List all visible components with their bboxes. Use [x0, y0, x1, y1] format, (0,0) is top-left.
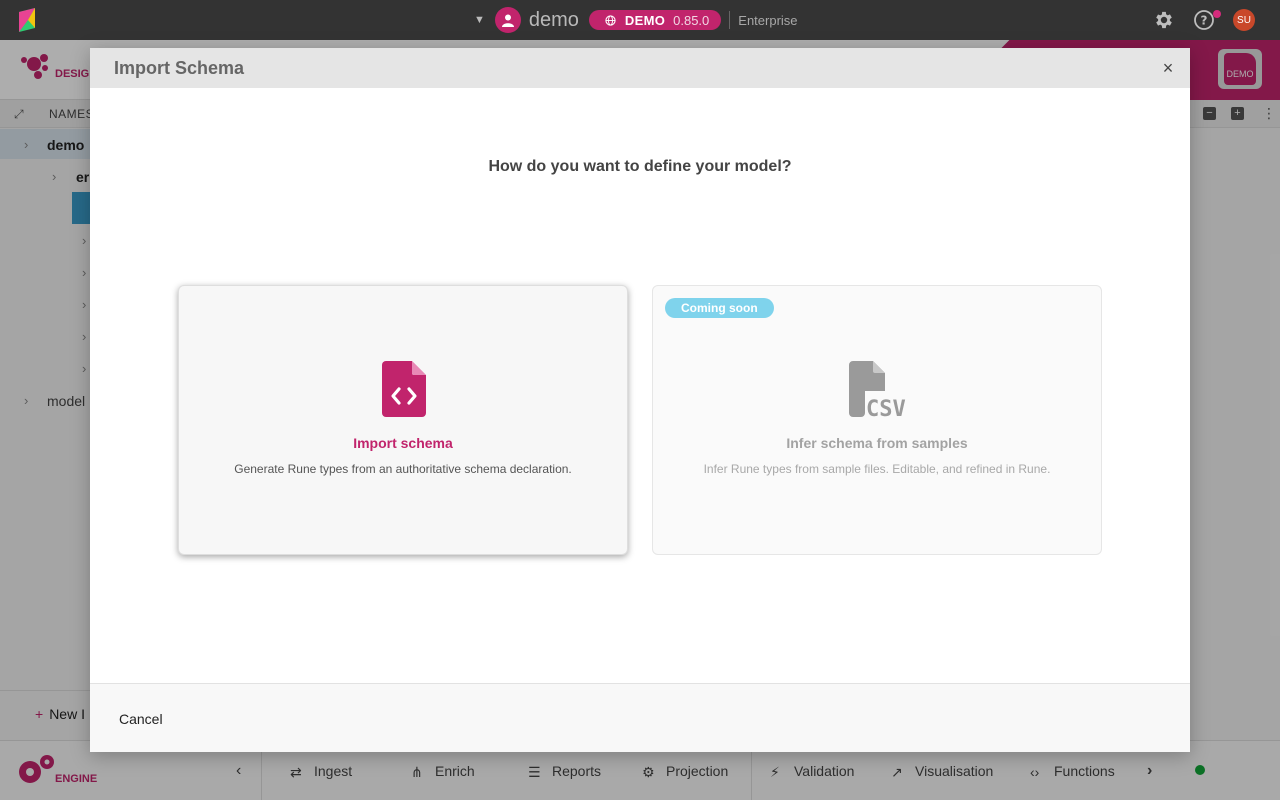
- cancel-button[interactable]: Cancel: [119, 711, 163, 727]
- infer-schema-option: Coming soon CSV Infer schema from sample…: [652, 285, 1102, 555]
- svg-text:?: ?: [1201, 14, 1208, 28]
- import-schema-dialog: Import Schema × How do you want to defin…: [90, 48, 1190, 752]
- dialog-question: How do you want to define your model?: [488, 158, 792, 175]
- option-description: Infer Rune types from sample files. Edit…: [703, 462, 1051, 476]
- option-title: Infer schema from samples: [786, 435, 968, 451]
- settings-gear-icon[interactable]: [1153, 9, 1175, 31]
- caret-down-icon[interactable]: ▼: [474, 14, 485, 26]
- user-icon: [494, 7, 521, 33]
- version-number: 0.85.0: [673, 12, 710, 28]
- import-schema-option[interactable]: Import schema Generate Rune types from a…: [178, 285, 628, 555]
- file-csv-icon: CSV: [849, 361, 906, 417]
- option-title: Import schema: [353, 435, 453, 451]
- project-switcher[interactable]: ▼ demo DEMO 0.85.0 Enterprise: [474, 0, 798, 40]
- close-icon[interactable]: ×: [1158, 58, 1178, 78]
- top-bar: ▼ demo DEMO 0.85.0 Enterprise ? SU: [0, 0, 1280, 40]
- project-name[interactable]: demo: [529, 9, 579, 32]
- dialog-title: Import Schema: [114, 58, 245, 78]
- environment-badge: DEMO 0.85.0: [588, 10, 722, 30]
- csv-label: CSV: [866, 397, 906, 417]
- avatar[interactable]: SU: [1233, 9, 1255, 31]
- app-logo-icon[interactable]: [16, 8, 38, 32]
- option-description: Generate Rune types from an authoritativ…: [234, 462, 572, 476]
- dialog-footer: Cancel: [90, 683, 1190, 752]
- notification-dot: [1213, 10, 1221, 18]
- divider: [729, 11, 731, 29]
- environment-name: DEMO: [624, 12, 666, 28]
- dialog-header: Import Schema ×: [90, 48, 1190, 88]
- coming-soon-badge: Coming soon: [665, 298, 774, 318]
- globe-icon: [605, 14, 616, 26]
- file-code-icon: [382, 361, 426, 417]
- help-icon[interactable]: ?: [1193, 9, 1215, 31]
- edition-label: Enterprise: [738, 12, 798, 28]
